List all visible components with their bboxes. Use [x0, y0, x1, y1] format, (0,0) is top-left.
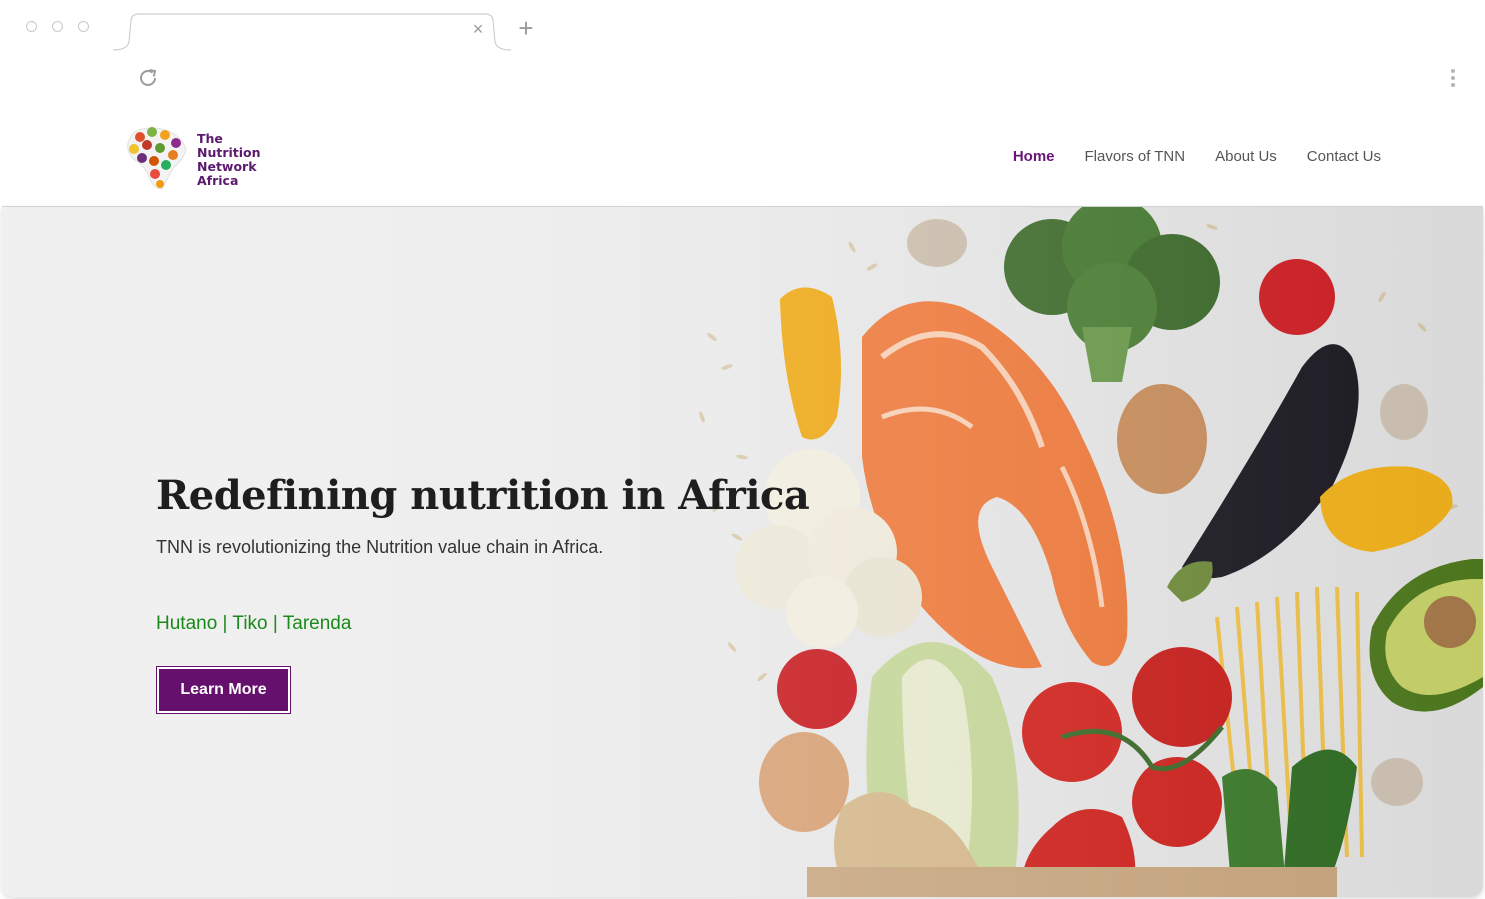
maximize-window-dot[interactable] [78, 21, 89, 32]
browser-chrome: × + [0, 0, 1485, 100]
site-header: The Nutrition Network Africa Home Flavor… [2, 100, 1483, 207]
browser-tab[interactable] [113, 12, 511, 52]
red-pepper [777, 649, 857, 729]
nav-flavors-of-tnn[interactable]: Flavors of TNN [1085, 148, 1186, 165]
yellow-pepper [780, 287, 841, 440]
nav-contact-us[interactable]: Contact Us [1307, 148, 1381, 165]
new-tab-icon[interactable]: + [514, 15, 538, 41]
paper-bag [807, 867, 1337, 897]
logo-wordmark: The Nutrition Network Africa [197, 132, 261, 188]
africa-produce-logo-icon [127, 127, 187, 190]
logo-line: Africa [197, 173, 239, 188]
quail-egg [907, 219, 967, 267]
red-pepper [1259, 259, 1335, 335]
kebab-menu-icon[interactable] [1446, 66, 1460, 90]
close-window-dot[interactable] [26, 21, 37, 32]
tab-close-icon[interactable]: × [469, 20, 487, 38]
reload-icon[interactable] [136, 66, 160, 90]
learn-more-button[interactable]: Learn More [157, 667, 290, 713]
brown-egg [759, 732, 849, 832]
brown-egg [1117, 384, 1207, 494]
quail-egg [1380, 384, 1428, 440]
main-nav: Home Flavors of TNN About Us Contact Us [1013, 148, 1381, 165]
logo-line: Network [197, 159, 257, 174]
minimize-window-dot[interactable] [52, 21, 63, 32]
nav-about-us[interactable]: About Us [1215, 148, 1277, 165]
yellow-pepper [1320, 466, 1453, 552]
logo-line: The [197, 131, 223, 146]
tab-outline [113, 13, 511, 51]
eggplant [1182, 344, 1359, 579]
hero-title: Redefining nutrition in Africa [156, 472, 810, 519]
quail-egg [1371, 758, 1423, 806]
eggplant-stem [1167, 561, 1213, 602]
logo-line: Nutrition [197, 145, 261, 160]
window-controls [26, 21, 89, 32]
hero-subtitle: TNN is revolutionizing the Nutrition val… [156, 537, 604, 557]
hero-brands: Hutano | Tiko | Tarenda [156, 613, 352, 634]
site-logo[interactable]: The Nutrition Network Africa [122, 120, 272, 195]
broccoli [1004, 207, 1220, 382]
hero-section: Redefining nutrition in Africa TNN is re… [2, 207, 1483, 897]
avocado [1369, 559, 1483, 712]
tomato [1132, 757, 1222, 847]
nav-home[interactable]: Home [1013, 148, 1055, 165]
